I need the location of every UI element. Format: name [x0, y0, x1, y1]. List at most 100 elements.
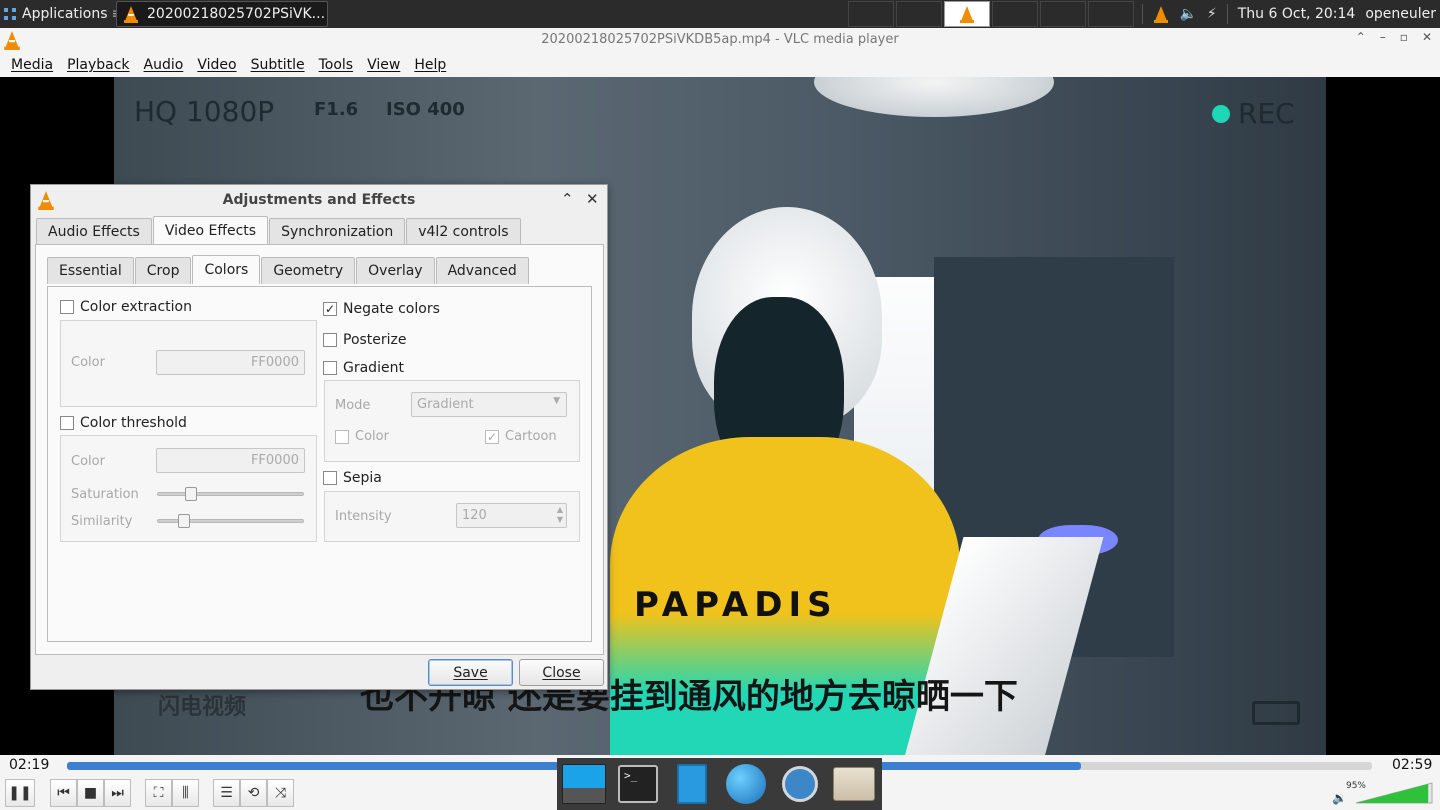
sepia-checkbox[interactable] — [323, 471, 337, 485]
pause-button[interactable]: ❚❚ — [5, 779, 35, 807]
posterize-row[interactable]: Posterize — [323, 332, 407, 348]
vlc-tray-icon[interactable] — [1153, 5, 1169, 23]
tab-crop[interactable]: Crop — [134, 257, 192, 284]
similarity-slider-handle[interactable] — [178, 514, 190, 528]
workspace-3[interactable] — [944, 1, 990, 27]
save-button[interactable]: Save — [428, 659, 513, 686]
shuffle-icon: ⤨ — [274, 785, 287, 801]
gradient-mode-select[interactable]: Gradient ▼ — [411, 392, 567, 417]
terminal-icon: >_ — [618, 765, 658, 803]
vlc-titlebar: 20200218025702PSiVKDB5ap.mp4 - VLC media… — [0, 28, 1440, 52]
color-threshold-checkbox[interactable] — [60, 416, 74, 430]
system-tray: 🔈 ⚡ Thu 6 Oct, 20:14 openeuler — [1142, 0, 1436, 28]
vlc-cone-icon — [960, 6, 974, 23]
similarity-slider[interactable] — [157, 514, 304, 528]
close-window-button[interactable]: ✕ — [1422, 30, 1432, 44]
adjustments-dialog: Adjustments and Effects ⌃ ✕ Audio Effect… — [30, 184, 608, 690]
rec-dot-icon — [1212, 105, 1230, 123]
dock-folder[interactable] — [832, 762, 876, 806]
sepia-label: Sepia — [343, 470, 382, 486]
workspace-6[interactable] — [1088, 1, 1134, 27]
fullscreen-button[interactable]: ⛶ — [145, 779, 172, 807]
tab-essential[interactable]: Essential — [47, 257, 134, 284]
cartoon-row[interactable]: ✓ Cartoon — [485, 429, 557, 444]
elapsed-time[interactable]: 02:19 — [9, 757, 49, 773]
stop-button[interactable]: ■ — [77, 779, 104, 807]
close-button[interactable]: Close — [519, 659, 604, 686]
clock[interactable]: Thu 6 Oct, 20:14 — [1238, 6, 1356, 22]
gradient-color-row[interactable]: Color — [335, 429, 389, 444]
tab-geometry[interactable]: Geometry — [261, 257, 356, 284]
shade-button[interactable]: ⌃ — [1356, 30, 1366, 44]
gradient-mode-value: Gradient — [417, 397, 474, 412]
network-tray-icon[interactable]: ⚡ — [1207, 6, 1217, 22]
color-extraction-label: Color extraction — [80, 299, 192, 315]
workspace-5[interactable] — [1040, 1, 1086, 27]
speaker-icon[interactable]: 🔉 — [1332, 791, 1347, 805]
menu-media[interactable]: Media — [4, 57, 60, 73]
color-extraction-row[interactable]: Color extraction — [60, 299, 192, 315]
tab-audio-effects[interactable]: Audio Effects — [36, 218, 152, 245]
sepia-row[interactable]: Sepia — [323, 470, 382, 486]
menu-playback[interactable]: Playback — [60, 57, 136, 73]
dock-browser[interactable] — [724, 762, 768, 806]
gradient-mode-label: Mode — [335, 398, 371, 413]
workspace-1[interactable] — [848, 1, 894, 27]
gradient-color-checkbox[interactable] — [335, 429, 349, 444]
playlist-button[interactable]: ☰ — [213, 779, 240, 807]
saturation-slider[interactable] — [157, 487, 304, 501]
saturation-label: Saturation — [71, 487, 139, 502]
gradient-row[interactable]: Gradient — [323, 360, 404, 376]
dialog-title: Adjustments and Effects — [222, 192, 416, 208]
shuffle-button[interactable]: ⤨ — [267, 779, 294, 807]
negate-colors-checkbox[interactable]: ✓ — [323, 302, 337, 316]
maximize-button[interactable]: ▫ — [1400, 30, 1408, 44]
dock-search[interactable] — [778, 762, 822, 806]
tab-advanced[interactable]: Advanced — [435, 257, 529, 284]
total-time[interactable]: 02:59 — [1392, 757, 1432, 773]
dialog-shade-icon[interactable]: ⌃ — [561, 190, 574, 208]
menu-tools[interactable]: Tools — [312, 57, 361, 73]
sub-tabs: Essential Crop Colors Geometry Overlay A… — [47, 255, 530, 284]
workspace-2[interactable] — [896, 1, 942, 27]
next-button[interactable]: ⏭ — [104, 779, 131, 807]
volume-slider[interactable]: 95% — [1346, 779, 1434, 807]
chevron-down-icon: ▼ — [553, 396, 560, 406]
volume-tray-icon[interactable]: 🔈 — [1179, 6, 1196, 22]
tab-video-effects[interactable]: Video Effects — [152, 216, 269, 245]
threshold-color-field[interactable]: FF0000 — [156, 448, 305, 473]
posterize-checkbox[interactable] — [323, 333, 337, 347]
color-threshold-row[interactable]: Color threshold — [60, 415, 187, 431]
negate-colors-row[interactable]: ✓ Negate colors — [323, 301, 440, 317]
menu-view[interactable]: View — [360, 57, 407, 73]
dialog-close-icon[interactable]: ✕ — [586, 190, 599, 208]
taskbar-vlc-window[interactable]: 20200218025702PSiVK... — [116, 1, 328, 27]
user-name[interactable]: openeuler — [1365, 6, 1436, 22]
saturation-slider-handle[interactable] — [185, 487, 197, 501]
minimize-button[interactable]: – — [1380, 30, 1386, 44]
cartoon-checkbox[interactable]: ✓ — [485, 429, 499, 444]
tab-synchronization[interactable]: Synchronization — [269, 218, 406, 245]
menu-help[interactable]: Help — [407, 57, 453, 73]
gradient-group: Mode Gradient ▼ Color ✓ Cartoon — [324, 380, 580, 462]
applications-menu[interactable]: Applications ≡ — [2, 2, 123, 26]
gradient-checkbox[interactable] — [323, 361, 337, 375]
menu-audio[interactable]: Audio — [137, 57, 191, 73]
intensity-spinbox[interactable]: 120 ▲ ▼ — [456, 503, 567, 528]
loop-button[interactable]: ⟲ — [240, 779, 267, 807]
previous-icon: ⏮ — [57, 785, 70, 801]
tab-v4l2-controls[interactable]: v4l2 controls — [406, 218, 521, 245]
color-threshold-label: Color threshold — [80, 415, 187, 431]
dock-terminal[interactable]: >_ — [616, 762, 660, 806]
extraction-color-field[interactable]: FF0000 — [156, 350, 305, 375]
menu-subtitle[interactable]: Subtitle — [244, 57, 312, 73]
workspace-4[interactable] — [992, 1, 1038, 27]
tab-colors[interactable]: Colors — [192, 255, 261, 284]
color-extraction-checkbox[interactable] — [60, 300, 74, 314]
dock-show-desktop[interactable] — [562, 762, 606, 806]
extended-settings-button[interactable]: ⫼ — [172, 779, 199, 807]
previous-button[interactable]: ⏮ — [50, 779, 77, 807]
menu-video[interactable]: Video — [190, 57, 243, 73]
dock-file-manager[interactable] — [670, 762, 714, 806]
tab-overlay[interactable]: Overlay — [356, 257, 435, 284]
